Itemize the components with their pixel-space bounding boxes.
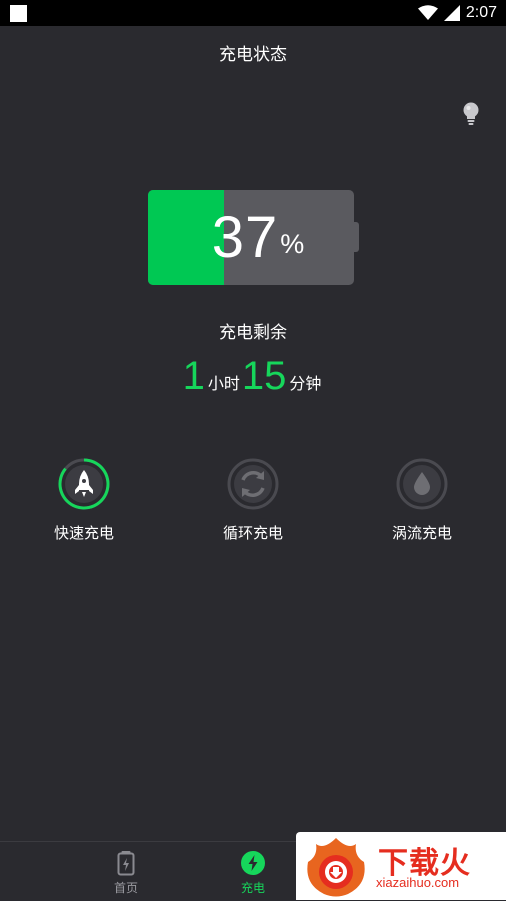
remaining-hours-unit: 小时	[207, 374, 240, 393]
cellular-signal-icon	[443, 5, 460, 21]
remaining-time: 1 小时 15 分钟	[0, 356, 506, 396]
mode-label: 涡流充电	[391, 524, 452, 542]
rocket-icon	[58, 458, 110, 510]
remaining-minutes-unit: 分钟	[289, 374, 322, 393]
mode-cycle-charge[interactable]: 循环充电	[193, 456, 313, 543]
battery-percent: 37 %	[148, 190, 354, 285]
mode-label: 循环充电	[222, 524, 283, 542]
tab-charge[interactable]: 充电	[193, 842, 313, 901]
page-title: 充电状态	[219, 45, 287, 65]
tab-label: 充电	[240, 881, 265, 895]
remaining-hours: 1	[182, 354, 205, 398]
battery-icon	[117, 851, 135, 876]
watermark: 下载火 xiazaihuo.com	[296, 832, 506, 900]
drop-icon	[396, 458, 448, 510]
notification-icon	[10, 5, 27, 22]
battery-percent-value: 37	[211, 204, 279, 270]
cycle-icon	[227, 458, 279, 510]
remaining-label: 充电剩余	[219, 323, 287, 343]
status-bar: 2:07	[0, 0, 506, 26]
lightbulb-icon[interactable]	[460, 101, 482, 127]
tab-home[interactable]: 首页	[66, 842, 186, 901]
remaining-minutes: 15	[241, 354, 287, 398]
mode-label: 快速充电	[53, 524, 114, 542]
battery-tip	[354, 222, 359, 252]
status-right: 2:07	[417, 3, 497, 23]
mode-fast-charge[interactable]: 快速充电	[24, 456, 144, 543]
lightning-icon	[241, 851, 265, 875]
battery-percent-sign: %	[280, 229, 305, 259]
mode-trickle-charge[interactable]: 涡流充电	[362, 456, 482, 543]
watermark-url: xiazaihuo.com	[376, 875, 460, 890]
tab-label: 首页	[113, 881, 138, 895]
flame-logo-icon	[307, 838, 365, 897]
wifi-icon	[417, 5, 438, 20]
status-time: 2:07	[465, 4, 497, 21]
